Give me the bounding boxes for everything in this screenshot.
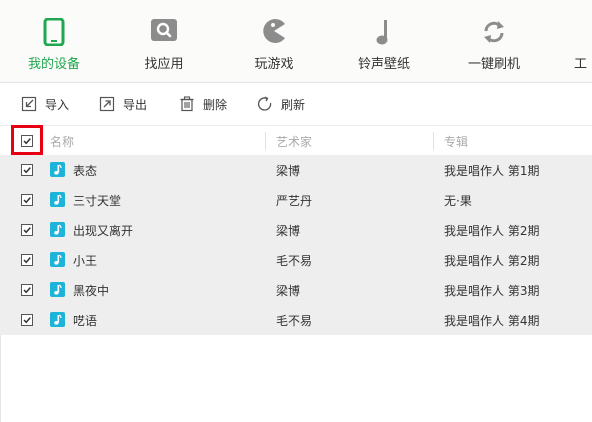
nav-item-games[interactable]: 玩游戏 <box>234 0 314 82</box>
highlight-box <box>11 125 43 155</box>
music-file-icon <box>50 192 65 207</box>
music-note-icon <box>374 18 394 49</box>
nav-item-label: 找应用 <box>144 57 184 72</box>
column-header-name[interactable]: 名称 <box>50 133 74 150</box>
column-divider[interactable] <box>433 132 434 150</box>
nav-item-one-click-flash[interactable]: 一键刷机 <box>454 0 534 82</box>
nav-item-ringtones-wallpapers[interactable]: 铃声壁纸 <box>344 0 424 82</box>
song-album: 我是唱作人 第3期 <box>444 284 540 298</box>
toolbar: 导入 导出 删除 刷新 <box>0 83 592 124</box>
song-album: 无·果 <box>444 194 472 208</box>
trash-icon <box>180 96 194 112</box>
export-button[interactable]: 导出 <box>99 94 147 114</box>
song-name: 呓语 <box>73 314 98 328</box>
song-album: 我是唱作人 第2期 <box>444 224 540 238</box>
nav-item-find-apps[interactable]: 找应用 <box>124 0 204 82</box>
row-checkbox[interactable] <box>21 254 33 266</box>
phone-icon <box>43 17 65 49</box>
nav-item-tools[interactable]: 工 <box>574 0 592 82</box>
table-row[interactable]: 出现又离开 梁博 我是唱作人 第2期 <box>0 215 592 245</box>
song-artist: 梁博 <box>276 164 301 178</box>
song-album: 我是唱作人 第4期 <box>444 314 540 328</box>
delete-label: 删除 <box>203 97 228 112</box>
row-checkbox[interactable] <box>21 164 33 176</box>
export-label: 导出 <box>123 97 148 112</box>
import-button[interactable]: 导入 <box>21 94 69 114</box>
top-navigation: 我的设备 找应用 玩游戏 铃声壁纸 一键刷机 工 <box>0 0 592 83</box>
row-checkbox[interactable] <box>21 284 33 296</box>
game-icon <box>261 18 287 47</box>
music-file-icon <box>50 282 65 297</box>
nav-item-label: 我的设备 <box>27 57 80 72</box>
refresh-button[interactable]: 刷新 <box>257 94 305 114</box>
table-row[interactable]: 呓语 毛不易 我是唱作人 第4期 <box>0 305 592 335</box>
song-artist: 毛不易 <box>276 314 313 328</box>
music-file-icon <box>50 252 65 267</box>
panel-border <box>0 335 1 422</box>
song-artist: 梁博 <box>276 284 301 298</box>
table-row[interactable]: 黑夜中 梁博 我是唱作人 第3期 <box>0 275 592 305</box>
nav-item-label: 工 <box>574 57 588 72</box>
nav-item-label: 铃声壁纸 <box>357 57 410 72</box>
import-label: 导入 <box>45 97 70 112</box>
row-checkbox[interactable] <box>21 194 33 206</box>
song-list: 表态 梁博 我是唱作人 第1期 三寸天堂 严艺丹 无·果 出现又离开 梁博 我是… <box>0 155 592 335</box>
row-checkbox[interactable] <box>21 314 33 326</box>
refresh-icon <box>481 18 507 49</box>
song-artist: 毛不易 <box>276 254 313 268</box>
song-name: 黑夜中 <box>73 284 110 298</box>
song-artist: 严艺丹 <box>276 194 313 208</box>
column-header-artist[interactable]: 艺术家 <box>276 133 312 150</box>
table-row[interactable]: 小王 毛不易 我是唱作人 第2期 <box>0 245 592 275</box>
song-album: 我是唱作人 第1期 <box>444 164 540 178</box>
music-file-icon <box>50 312 65 327</box>
app-search-icon <box>150 18 178 47</box>
row-checkbox[interactable] <box>21 224 33 236</box>
song-artist: 梁博 <box>276 224 301 238</box>
song-name: 三寸天堂 <box>73 194 122 208</box>
refresh-label: 刷新 <box>281 97 306 112</box>
nav-item-label: 一键刷机 <box>467 57 520 72</box>
table-row[interactable]: 表态 梁博 我是唱作人 第1期 <box>0 155 592 185</box>
song-name: 表态 <box>73 164 98 178</box>
refresh-icon <box>257 96 272 111</box>
music-file-icon <box>50 162 65 177</box>
export-icon <box>99 96 115 112</box>
song-name: 出现又离开 <box>73 224 134 238</box>
delete-button[interactable]: 删除 <box>179 94 227 114</box>
import-icon <box>21 96 37 112</box>
nav-item-my-device[interactable]: 我的设备 <box>14 0 94 82</box>
nav-item-label: 玩游戏 <box>254 57 294 72</box>
column-header-album[interactable]: 专辑 <box>444 133 468 150</box>
song-name: 小王 <box>73 254 98 268</box>
column-divider[interactable] <box>265 132 266 150</box>
table-row[interactable]: 三寸天堂 严艺丹 无·果 <box>0 185 592 215</box>
song-album: 我是唱作人 第2期 <box>444 254 540 268</box>
music-file-icon <box>50 222 65 237</box>
table-header: 名称 艺术家 专辑 <box>0 125 592 156</box>
